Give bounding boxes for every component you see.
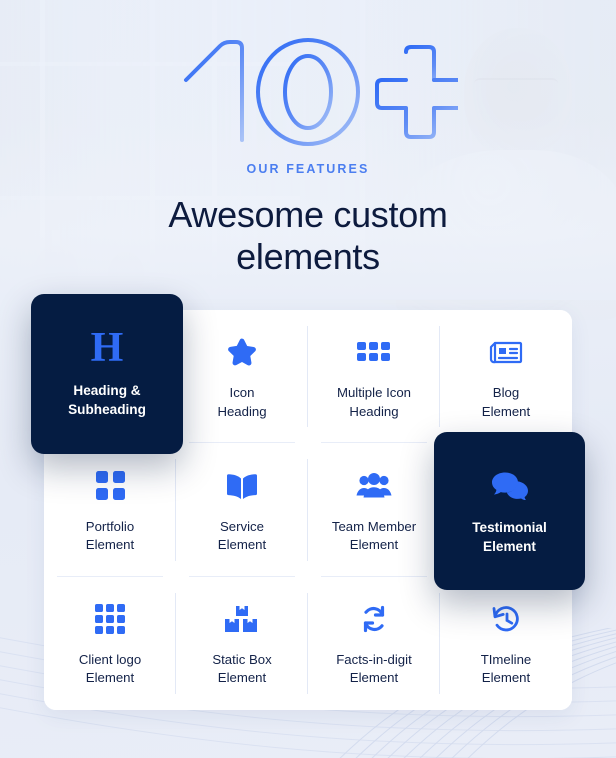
heading-h-icon: H xyxy=(90,325,124,372)
page-root: OUR FEATURES Awesome custom elements Ico… xyxy=(0,0,616,758)
features-grid-wrapper: Icon Heading Multiple Icon Heading Blog … xyxy=(31,294,585,710)
feature-card-testimonial[interactable]: Testimonial Element xyxy=(434,432,585,590)
clock-history-icon xyxy=(491,599,521,639)
grid-cell-service-element[interactable]: Service Element xyxy=(176,443,308,577)
grid-cell-label: Portfolio Element xyxy=(85,518,135,552)
grid-cell-label: Service Element xyxy=(217,518,267,552)
grid-cell-facts-in-digit-element[interactable]: Facts-in-digit Element xyxy=(308,576,440,710)
grid-cell-label: Static Box Element xyxy=(212,652,272,686)
grid-cell-icon-heading[interactable]: Icon Heading xyxy=(176,310,308,444)
people-group-icon xyxy=(356,466,392,506)
grid-nine-icon xyxy=(94,599,126,639)
newspaper-icon xyxy=(489,332,523,372)
section-eyebrow: OUR FEATURES xyxy=(246,162,370,176)
grid-cell-static-box-element[interactable]: Static Box Element xyxy=(176,576,308,710)
grid-cell-label: Team Member Element xyxy=(331,518,417,552)
feature-card-label: Testimonial Element xyxy=(472,520,547,554)
open-book-icon xyxy=(226,466,258,506)
grid-cell-label: Multiple Icon Heading xyxy=(336,385,412,419)
star-icon xyxy=(226,332,258,372)
grid-cell-multiple-icon-heading[interactable]: Multiple Icon Heading xyxy=(308,310,440,444)
multiple-icons-grid-icon xyxy=(357,332,391,372)
big-number-outline xyxy=(0,28,616,158)
grid-cell-team-member-element[interactable]: Team Member Element xyxy=(308,443,440,577)
grid-cell-blog-element[interactable]: Blog Element xyxy=(440,310,572,444)
headline-line-1: Awesome custom xyxy=(168,194,448,235)
grid-cell-label: Blog Element xyxy=(481,385,531,419)
grid-cell-label: Icon Heading xyxy=(217,385,267,419)
grid-cell-label: TImeline Element xyxy=(480,652,532,686)
feature-card-label: Heading & Subheading xyxy=(68,383,146,417)
refresh-sync-icon xyxy=(359,599,389,639)
feature-card-heading-subheading[interactable]: H Heading & Subheading xyxy=(31,294,183,454)
grid-four-icon xyxy=(95,466,125,506)
page-title: Awesome custom elements xyxy=(0,194,616,278)
hero-section: OUR FEATURES Awesome custom elements xyxy=(0,0,616,278)
grid-cell-timeline-element[interactable]: TImeline Element xyxy=(440,576,572,710)
grid-cell-portfolio-element[interactable]: Portfolio Element xyxy=(44,443,176,577)
grid-cell-client-logo-element[interactable]: Client logo Element xyxy=(44,576,176,710)
boxes-icon xyxy=(225,599,259,639)
chat-bubbles-icon xyxy=(491,465,529,505)
grid-cell-label: Facts-in-digit Element xyxy=(336,652,412,686)
grid-cell-label: Client logo Element xyxy=(78,652,142,686)
headline-line-2: elements xyxy=(236,236,380,278)
